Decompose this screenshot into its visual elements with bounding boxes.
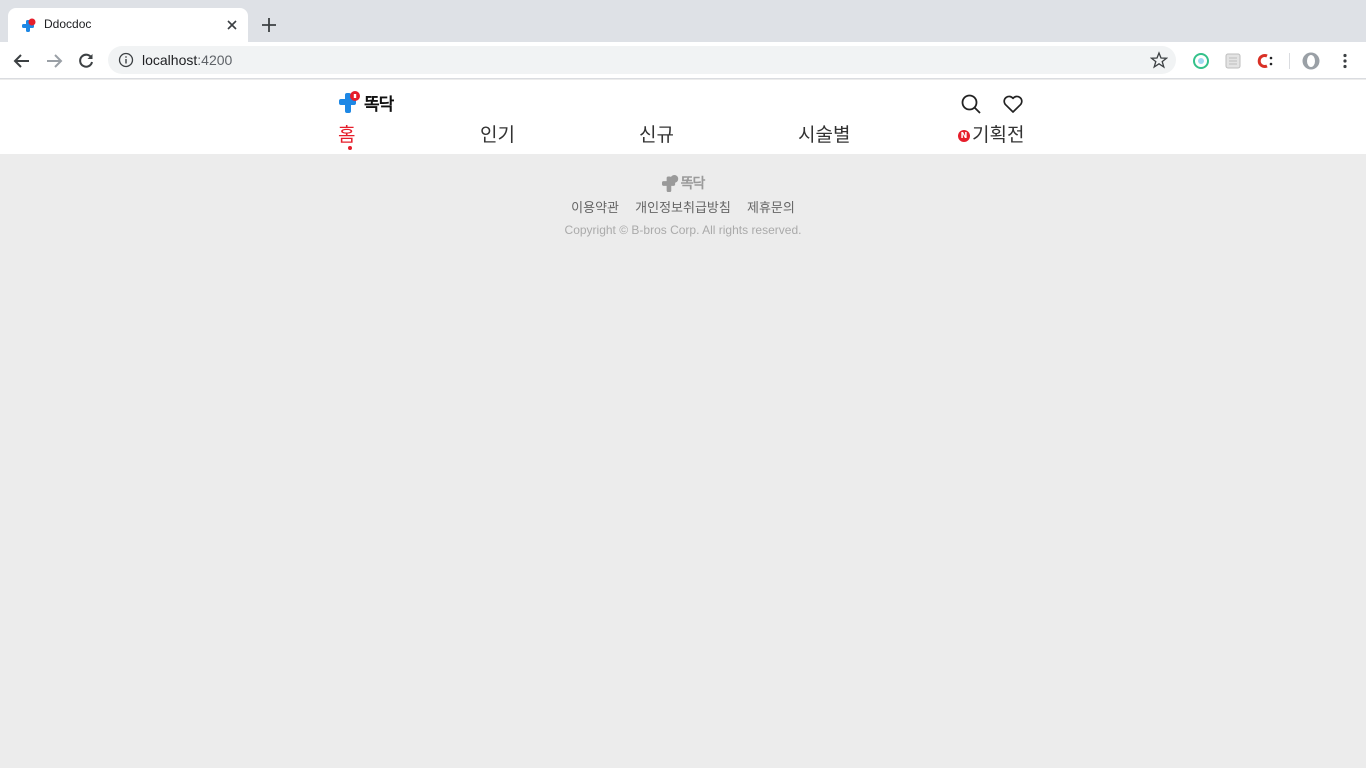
bookmark-star-icon[interactable] <box>1150 51 1168 69</box>
heart-icon[interactable] <box>1001 92 1025 116</box>
nav-item-procedure[interactable]: 시술별 <box>798 120 850 147</box>
footer-link-partnership[interactable]: 제휴문의 <box>747 201 795 216</box>
back-arrow-icon[interactable] <box>12 51 32 71</box>
url-text: localhost:4200 <box>142 52 233 68</box>
search-icon[interactable] <box>959 92 983 116</box>
browser-toolbar: localhost:4200 <box>0 42 1366 79</box>
browser-tab[interactable]: Ddocdoc <box>8 8 248 42</box>
footer-links: 이용약관 개인정보취급방침 제휴문의 <box>0 197 1366 216</box>
footer-link-privacy[interactable]: 개인정보취급방침 <box>635 201 731 216</box>
new-tab-icon[interactable] <box>260 16 278 34</box>
footer-logo-icon <box>661 174 678 192</box>
logo-text: 똑닥 <box>364 94 394 115</box>
nav-item-popular[interactable]: 인기 <box>480 120 515 147</box>
browser-menu-icon[interactable] <box>1336 52 1354 70</box>
extension-c-icon[interactable] <box>1256 52 1274 70</box>
site-footer: 똑닥 이용약관 개인정보취급방침 제휴문의 Copyright © B-bros… <box>0 172 1366 237</box>
footer-logo: 똑닥 <box>661 172 706 194</box>
site-info-icon[interactable] <box>118 52 134 68</box>
extension-green-icon[interactable] <box>1192 52 1210 70</box>
footer-link-terms[interactable]: 이용약관 <box>571 201 619 216</box>
extension-grid-icon[interactable] <box>1224 52 1242 70</box>
ddocdoc-logo-icon <box>339 91 360 113</box>
forward-arrow-icon[interactable] <box>44 51 64 71</box>
site-header: 똑닥 홈 인기 신규 시술별 N 기획전 <box>0 80 1366 154</box>
copyright-text: Copyright © B-bros Corp. All rights rese… <box>564 222 802 237</box>
browser-tabstrip: Ddocdoc <box>0 0 1366 42</box>
nav-item-new[interactable]: 신규 <box>639 120 674 147</box>
address-bar[interactable]: localhost:4200 <box>108 46 1176 74</box>
nav-item-exhibition[interactable]: N 기획전 <box>958 120 1024 147</box>
ddocdoc-favicon-icon <box>22 18 36 32</box>
footer-logo-text: 똑닥 <box>680 176 706 192</box>
profile-avatar-icon[interactable] <box>1302 52 1320 70</box>
nav-item-home[interactable]: 홈 <box>338 120 355 147</box>
toolbar-separator <box>1289 53 1290 69</box>
tab-title: Ddocdoc <box>44 17 92 31</box>
new-badge: N <box>958 130 970 142</box>
close-tab-icon[interactable] <box>224 17 240 33</box>
active-indicator-dot <box>348 146 352 150</box>
site-logo[interactable]: 똑닥 <box>339 90 394 115</box>
reload-icon[interactable] <box>76 51 96 71</box>
nav-item-exhibition-label: 기획전 <box>972 124 1025 146</box>
